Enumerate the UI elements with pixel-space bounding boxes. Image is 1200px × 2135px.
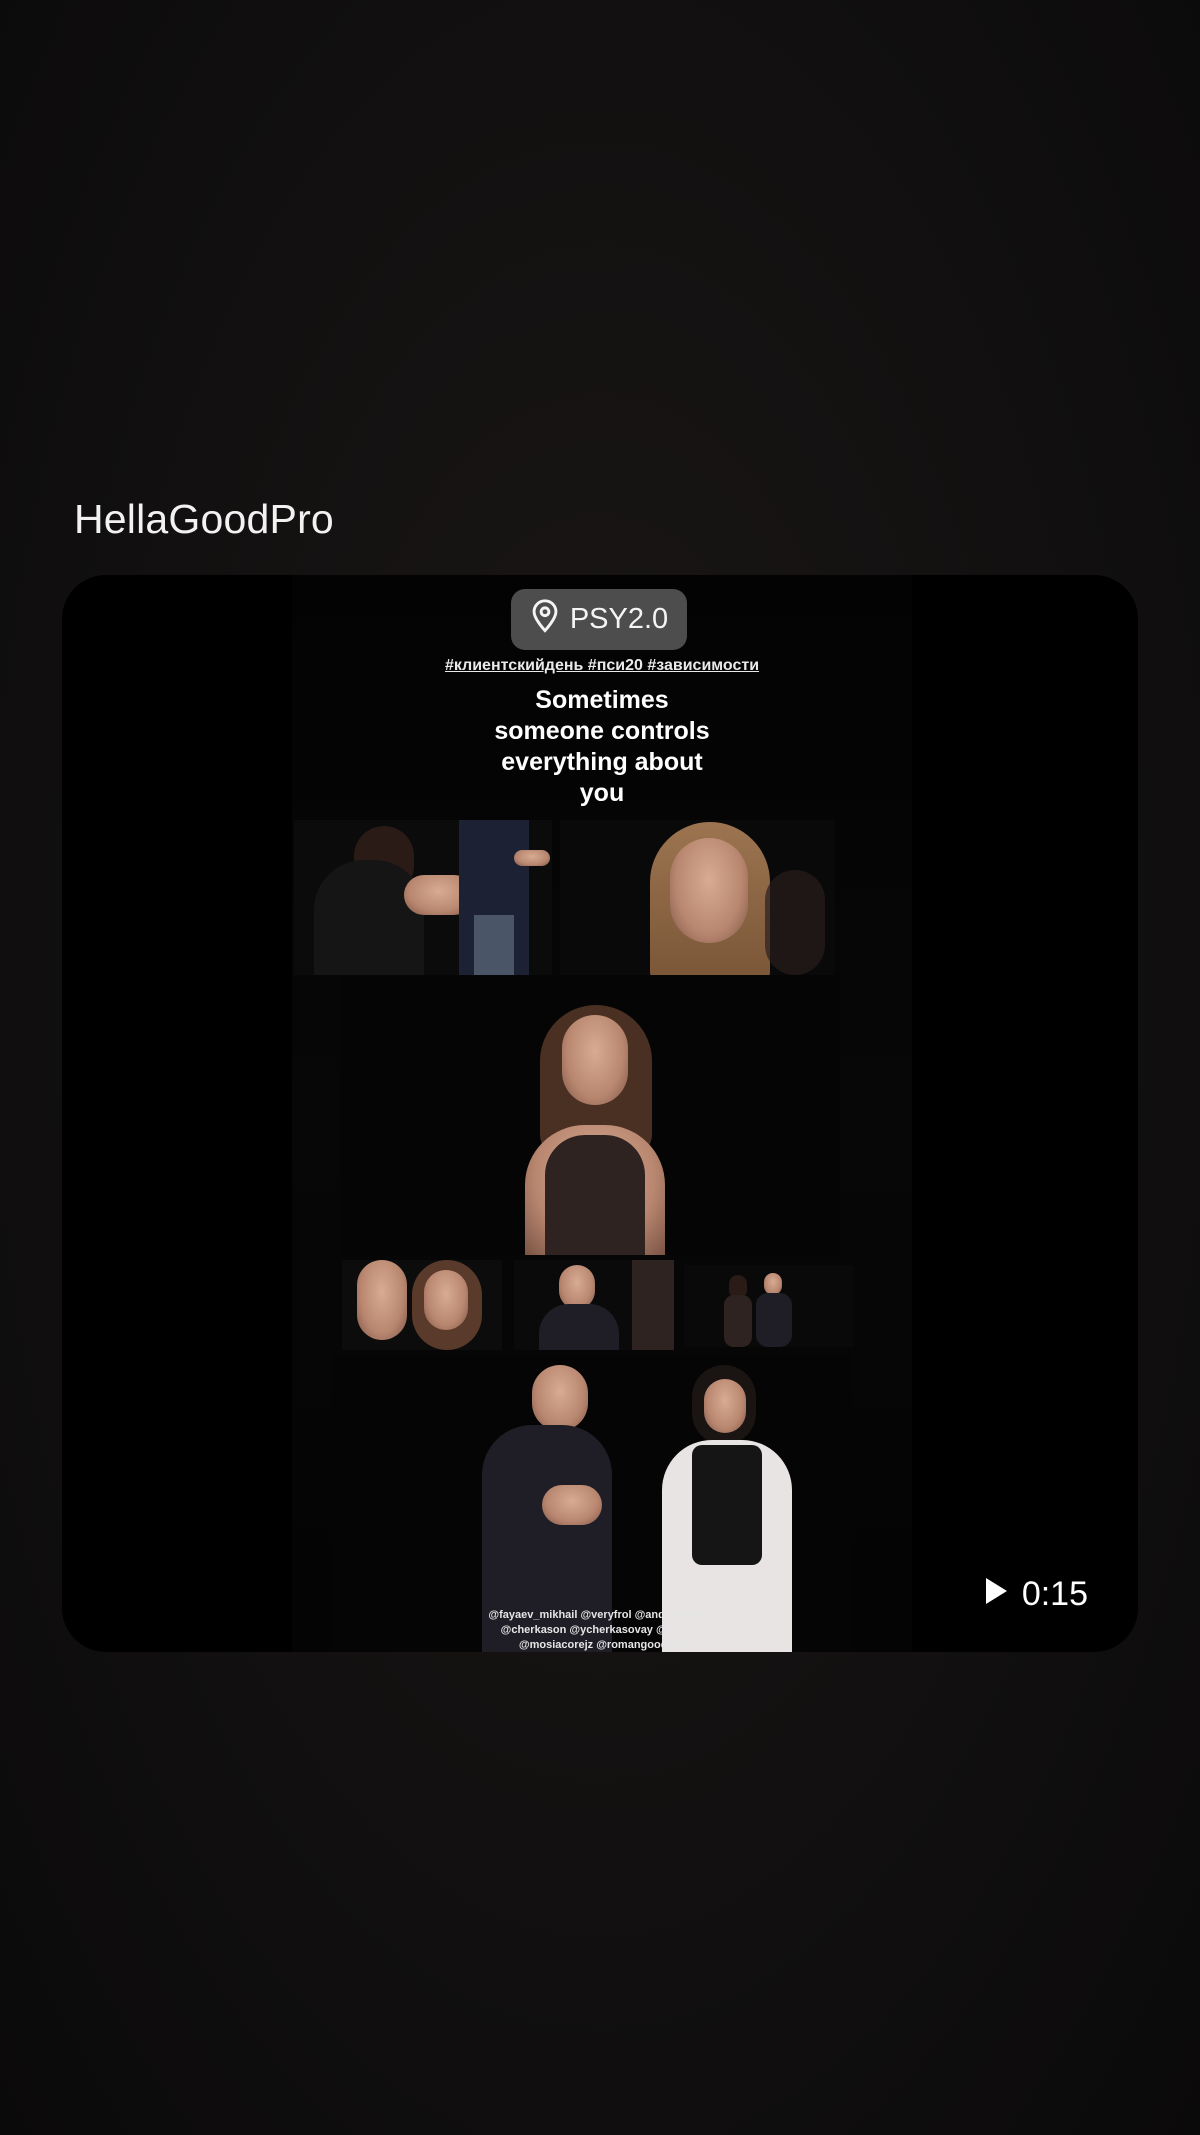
video-frame: #клиентскийдень #пси20 #зависимости Some… — [292, 575, 912, 1652]
credits-line: @mosiacorejz @romangoodpro — [518, 1639, 686, 1651]
video-duration[interactable]: 0:15 — [984, 1575, 1088, 1614]
headline-line: Sometimes — [535, 686, 669, 714]
headline-line: you — [579, 779, 625, 807]
video-hashtags: #клиентскийдень #пси20 #зависимости — [444, 657, 760, 674]
video-credits: @fayaev_mikhail @veryfrol @andyshishkin … — [292, 1608, 912, 1652]
video-thumbnail-blonde — [560, 820, 835, 975]
credits-line: @cherkason @ycherkasovay @jonn_ri — [500, 1624, 704, 1636]
location-tag[interactable]: PSY2.0 — [511, 589, 687, 650]
headline-line: someone controls — [494, 717, 710, 745]
video-thumbnail-embrace — [294, 820, 552, 975]
credits-line: @fayaev_mikhail @veryfrol @andyshishkin — [488, 1609, 716, 1621]
post-username[interactable]: HellaGoodPro — [74, 496, 334, 543]
video-thumbnail-strip-2 — [514, 1260, 674, 1350]
duration-label: 0:15 — [1021, 1575, 1088, 1613]
page: HellaGoodPro #клиентскийдень #пси20 #зав… — [0, 0, 1200, 2135]
map-pin-icon — [530, 598, 560, 641]
location-label: PSY2.0 — [569, 603, 669, 635]
video-thumbnail-center — [340, 975, 840, 1255]
video-thumbnail-strip-1 — [342, 1260, 502, 1350]
play-icon — [984, 1575, 1008, 1614]
video-card[interactable]: #клиентскийдень #пси20 #зависимости Some… — [62, 575, 1138, 1652]
video-headline: Sometimes someone controls everything ab… — [292, 685, 912, 809]
video-thumbnail-strip-3 — [684, 1265, 854, 1347]
headline-line: everything about — [501, 748, 703, 776]
